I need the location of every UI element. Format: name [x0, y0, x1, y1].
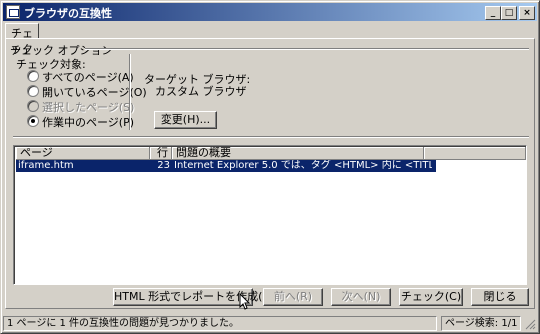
- close-button[interactable]: 閉じる: [471, 288, 529, 306]
- row-line-cell: 23: [157, 160, 170, 171]
- radio-label: 選択したページ(S): [42, 101, 135, 114]
- minimize-icon[interactable]: _: [485, 6, 501, 20]
- radio-button: [27, 100, 39, 112]
- radio-label[interactable]: すべてのページ(A): [42, 69, 134, 85]
- page-search-status: ページ検索: 1/1: [441, 316, 521, 331]
- next-button: 次へ(N): [331, 288, 391, 306]
- status-bar: 1 ページに 1 件の互換性の問題が見つかりました。 ページ検索: 1/1: [3, 316, 537, 333]
- column-header-page[interactable]: ページ: [16, 147, 150, 160]
- section-divider: [13, 136, 529, 138]
- previous-button: 前へ(R): [263, 288, 323, 306]
- target-browser-value: カスタム ブラウザ: [155, 85, 247, 98]
- column-header-summary[interactable]: 問題の概要: [172, 147, 424, 160]
- title-bar[interactable]: ブラウザの互換性 _ □ ×: [3, 3, 537, 21]
- window-title: ブラウザの互換性: [24, 7, 112, 20]
- radio-button[interactable]: [27, 70, 39, 82]
- resize-grip-icon[interactable]: [524, 318, 536, 330]
- radio-button[interactable]: [27, 115, 39, 127]
- results-list[interactable]: ページ 行 問題の概要 iframe.htm 23 Internet Explo…: [13, 145, 527, 285]
- mouse-cursor-icon: [239, 293, 251, 310]
- row-page-cell: iframe.htm: [18, 160, 74, 171]
- tab-check[interactable]: チェック: [5, 23, 39, 56]
- close-icon[interactable]: ×: [519, 6, 535, 20]
- group-divider: [85, 48, 529, 50]
- status-message: 1 ページに 1 件の互換性の問題が見つかりました。: [3, 316, 437, 331]
- change-button[interactable]: 変更(H)...: [154, 111, 217, 129]
- maximize-icon[interactable]: □: [501, 6, 517, 20]
- radio-button[interactable]: [27, 85, 39, 97]
- column-header-filler: [424, 147, 526, 160]
- radio-dot: [31, 119, 35, 123]
- browser-compatibility-window: ブラウザの互換性 _ □ × チェック チェック オプション チェック対象: す…: [0, 0, 540, 334]
- create-report-button[interactable]: HTML 形式でレポートを作成(G): [113, 288, 275, 306]
- app-icon: [6, 5, 20, 19]
- radio-label[interactable]: 作業中のページ(P): [42, 114, 134, 130]
- column-header-line[interactable]: 行: [150, 147, 172, 160]
- vertical-divider: [129, 54, 131, 130]
- row-summary-cell: Internet Explorer 5.0 では、タグ <HTML> 内に <T…: [174, 160, 432, 171]
- check-button[interactable]: チェック(C): [399, 288, 463, 306]
